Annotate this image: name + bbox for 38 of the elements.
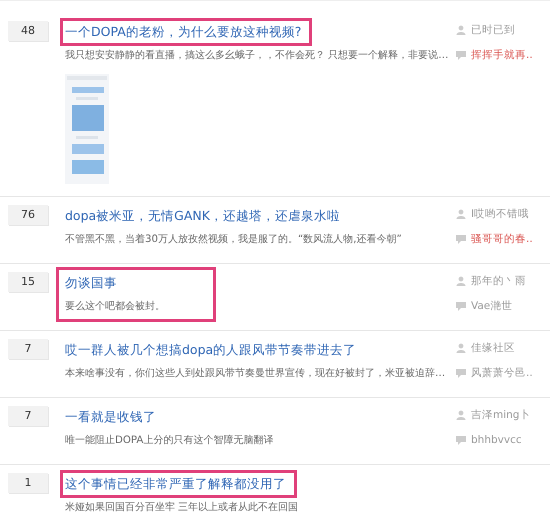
- thread-excerpt: 本来啥事没有，你们这些人到处跟风带节奏曼世界宣传，现在好被封了，米亚被迫辞…: [65, 366, 446, 381]
- person-icon: [456, 209, 466, 219]
- person-icon: [456, 276, 466, 286]
- last-reply-name[interactable]: 风萧萧兮邑..: [471, 366, 533, 380]
- thread-excerpt: 唯一能阻止DOPA上分的只有这个智障无脑翻译: [65, 434, 274, 448]
- last-reply-name[interactable]: bhhbvvcc: [471, 434, 522, 446]
- last-reply-name[interactable]: Vae滟世: [471, 299, 512, 313]
- thread-excerpt: 不管黑不黑，当着30万人放孜然视频，我是服了的。“数风流人物,还看今朝”: [65, 232, 402, 247]
- person-icon: [456, 343, 466, 353]
- reply-count: 48: [8, 21, 48, 41]
- thread-excerpt: 米娅如果回国百分百坐牢 三年以上或者从此不在回国: [65, 500, 298, 515]
- reply-count: 7: [8, 406, 48, 426]
- author-name[interactable]: I哎哟不错哦: [471, 207, 530, 221]
- author-name[interactable]: 吉泽ming卜: [471, 408, 530, 422]
- author-name[interactable]: 那年的丶雨: [471, 274, 526, 288]
- thread-title-link[interactable]: 一看就是收钱了: [65, 408, 156, 426]
- person-icon: [456, 410, 466, 420]
- reply-count: 1: [8, 473, 48, 493]
- comment-icon: [456, 302, 466, 310]
- thread-title-link[interactable]: 一个DOPA的老粉，为什么要放这种视频?: [60, 18, 312, 46]
- reply-count: 76: [8, 205, 48, 225]
- last-reply-name[interactable]: 骚哥哥的春..: [471, 232, 533, 246]
- comment-icon: [456, 234, 466, 244]
- thread-title-link[interactable]: 哎一群人被几个想搞dopa的人跟风带节奏带进去了: [65, 341, 356, 359]
- thread-title-link[interactable]: 这个事情已经非常严重了解释都没用了: [60, 470, 297, 498]
- reply-count: 7: [8, 339, 48, 359]
- thread-title-link[interactable]: 勿谈国事: [65, 274, 117, 292]
- comment-icon: [456, 436, 466, 444]
- thread-title-link[interactable]: dopa被米亚，无情GANK，还越塔，还虐泉水啦: [65, 207, 340, 225]
- last-reply-name[interactable]: 挥挥手就再..: [471, 48, 533, 62]
- person-icon: [456, 25, 466, 35]
- comment-icon: [456, 368, 466, 378]
- thread-excerpt: 要么这个吧都会被封。: [65, 300, 165, 314]
- author-name[interactable]: 已时已到: [471, 23, 515, 37]
- thread-excerpt: 我只想安安静静的看直播，搞这么多幺蛾子，，不作会死？ 只想要一个解释，非要说…: [65, 48, 448, 63]
- reply-count: 15: [8, 272, 48, 292]
- comment-icon: [456, 50, 466, 60]
- author-name[interactable]: 佳缘社区: [471, 341, 515, 355]
